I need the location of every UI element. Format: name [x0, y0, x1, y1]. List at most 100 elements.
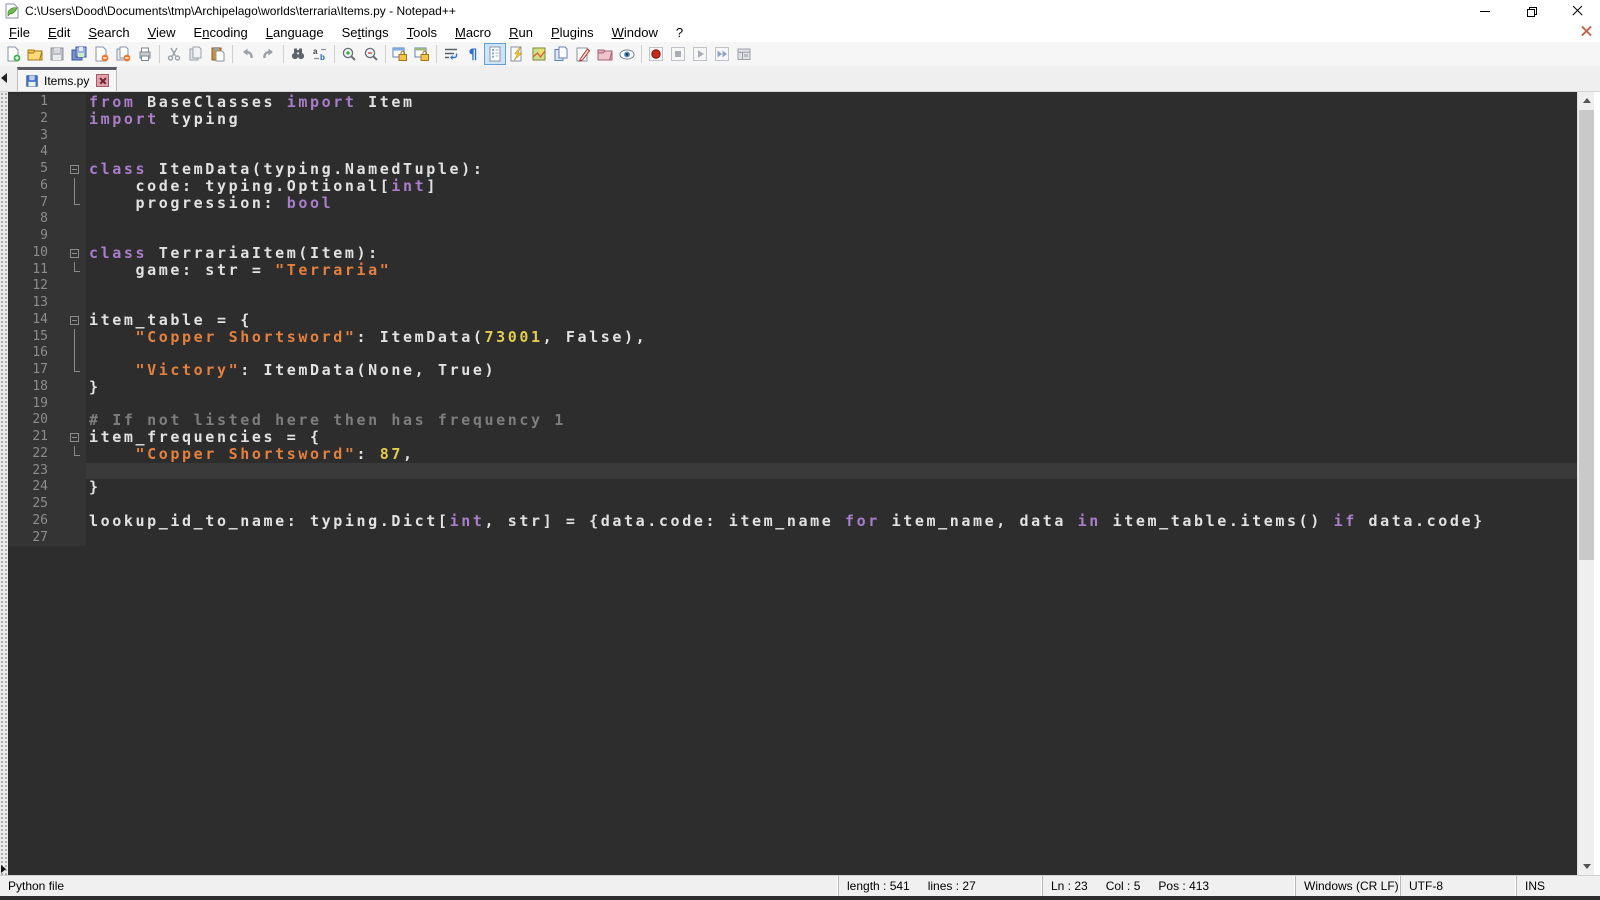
copy-button[interactable]: [185, 43, 207, 65]
line-number[interactable]: 16: [8, 345, 66, 362]
line-number[interactable]: 7: [8, 195, 66, 212]
panel-grip[interactable]: [0, 92, 8, 875]
close-all-button[interactable]: [112, 43, 134, 65]
zoom-in-button[interactable]: [338, 43, 360, 65]
menu-search[interactable]: Search: [79, 23, 138, 42]
menu-settings[interactable]: Settings: [333, 23, 398, 42]
line-number[interactable]: 17: [8, 362, 66, 379]
scrollbar-thumb[interactable]: [1579, 110, 1594, 560]
code-text[interactable]: [86, 463, 1577, 480]
code-text[interactable]: item_frequencies = {: [86, 429, 1577, 446]
tab-close-icon[interactable]: [96, 74, 109, 87]
close-file-button[interactable]: [90, 43, 112, 65]
code-text[interactable]: [86, 345, 1577, 362]
code-text[interactable]: [86, 396, 1577, 413]
code-text[interactable]: [86, 228, 1577, 245]
line-number[interactable]: 20: [8, 412, 66, 429]
fold-collapse-icon[interactable]: [66, 245, 86, 262]
document-map-button[interactable]: [528, 43, 550, 65]
code-text[interactable]: game: str = "Terraria": [86, 262, 1577, 279]
line-number[interactable]: 22: [8, 446, 66, 463]
find-button[interactable]: [287, 43, 309, 65]
line-number[interactable]: 14: [8, 312, 66, 329]
redo-button[interactable]: [258, 43, 280, 65]
document-close-icon[interactable]: [1580, 25, 1592, 37]
code-text[interactable]: code: typing.Optional[int]: [86, 178, 1577, 195]
line-number[interactable]: 5: [8, 161, 66, 178]
tab-items.py[interactable]: Items.py: [17, 67, 117, 91]
line-number[interactable]: 26: [8, 513, 66, 530]
line-number[interactable]: 18: [8, 379, 66, 396]
macro-play-button[interactable]: [689, 43, 711, 65]
scrollbar-up-icon[interactable]: [1578, 92, 1595, 109]
code-text[interactable]: [86, 278, 1577, 295]
line-number[interactable]: 27: [8, 530, 66, 547]
code-text[interactable]: "Copper Shortsword": 87,: [86, 446, 1577, 463]
line-number[interactable]: 25: [8, 496, 66, 513]
line-number[interactable]: 11: [8, 262, 66, 279]
macro-save-button[interactable]: [733, 43, 755, 65]
vertical-scrollbar[interactable]: [1577, 92, 1594, 875]
line-number[interactable]: 10: [8, 245, 66, 262]
fold-collapse-icon[interactable]: [66, 161, 86, 178]
menu-tools[interactable]: Tools: [398, 23, 446, 42]
save-file-button[interactable]: [46, 43, 68, 65]
zoom-out-button[interactable]: [360, 43, 382, 65]
sync-vertical-scrolling-button[interactable]: [389, 43, 411, 65]
menu-language[interactable]: Language: [257, 23, 333, 42]
paste-button[interactable]: [207, 43, 229, 65]
word-wrap-button[interactable]: [440, 43, 462, 65]
code-text[interactable]: "Victory": ItemData(None, True): [86, 362, 1577, 379]
code-text[interactable]: }: [86, 479, 1577, 496]
save-all-button[interactable]: [68, 43, 90, 65]
code-text[interactable]: class ItemData(typing.NamedTuple):: [86, 161, 1577, 178]
replace-button[interactable]: ab: [309, 43, 331, 65]
code-text[interactable]: }: [86, 379, 1577, 396]
menu-plugins[interactable]: Plugins: [542, 23, 603, 42]
menu-file[interactable]: File: [0, 23, 39, 42]
line-number[interactable]: 9: [8, 228, 66, 245]
typing-mode-label[interactable]: INS: [1525, 879, 1545, 893]
line-number[interactable]: 6: [8, 178, 66, 195]
restore-button[interactable]: [1508, 0, 1554, 22]
menu-macro[interactable]: Macro: [446, 23, 500, 42]
show-indent-guide-button[interactable]: [484, 43, 506, 65]
macro-run-multiple-button[interactable]: [711, 43, 733, 65]
code-text[interactable]: # If not listed here then has frequency …: [86, 412, 1577, 429]
line-number[interactable]: 3: [8, 128, 66, 145]
monitoring-button[interactable]: [616, 43, 638, 65]
folder-as-workspace-button[interactable]: [594, 43, 616, 65]
menu-encoding[interactable]: Encoding: [185, 23, 257, 42]
code-text[interactable]: item_table = {: [86, 312, 1577, 329]
line-number[interactable]: 23: [8, 463, 66, 480]
minimize-button[interactable]: [1462, 0, 1508, 22]
scrollbar-down-icon[interactable]: [1578, 858, 1595, 875]
line-number[interactable]: 1: [8, 94, 66, 111]
open-file-button[interactable]: [24, 43, 46, 65]
line-number[interactable]: 8: [8, 211, 66, 228]
code-text[interactable]: class TerrariaItem(Item):: [86, 245, 1577, 262]
code-text[interactable]: [86, 496, 1577, 513]
sync-horizontal-scrolling-button[interactable]: [411, 43, 433, 65]
code-text[interactable]: [86, 211, 1577, 228]
code-text[interactable]: "Copper Shortsword": ItemData(73001, Fal…: [86, 329, 1577, 346]
code-text[interactable]: [86, 144, 1577, 161]
menu-run[interactable]: Run: [500, 23, 542, 42]
print-button[interactable]: [134, 43, 156, 65]
close-button[interactable]: [1554, 0, 1600, 22]
edit-pen-button[interactable]: [572, 43, 594, 65]
line-number[interactable]: 19: [8, 396, 66, 413]
panel-expand-icon[interactable]: [1, 865, 6, 873]
eol-format-label[interactable]: Windows (CR LF): [1304, 879, 1399, 893]
code-editor[interactable]: 1from BaseClasses import Item2import typ…: [8, 92, 1577, 875]
macro-record-button[interactable]: [645, 43, 667, 65]
code-text[interactable]: [86, 530, 1577, 547]
code-text[interactable]: from BaseClasses import Item: [86, 94, 1577, 111]
menu-edit[interactable]: Edit: [39, 23, 79, 42]
menu-window[interactable]: Window: [603, 23, 667, 42]
code-text[interactable]: [86, 128, 1577, 145]
menu-view[interactable]: View: [139, 23, 185, 42]
show-all-characters-button[interactable]: ¶: [462, 43, 484, 65]
function-list-button[interactable]: [506, 43, 528, 65]
menu-help[interactable]: ?: [667, 23, 692, 42]
